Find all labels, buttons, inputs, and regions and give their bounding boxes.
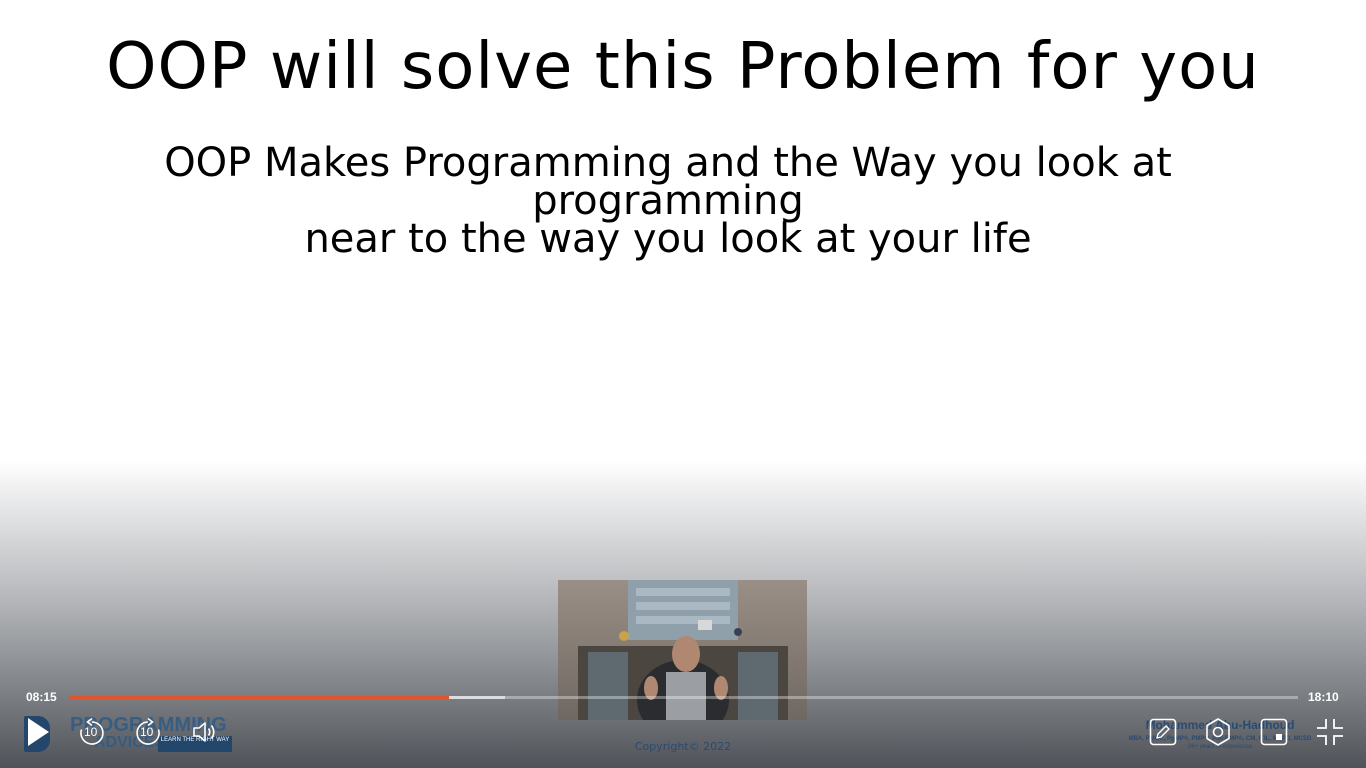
volume-button[interactable] [190, 716, 220, 748]
slide-subtitle-line-1: OOP Makes Programming and the Way you lo… [164, 140, 1172, 224]
exit-fullscreen-icon [1315, 717, 1345, 747]
exit-fullscreen-button[interactable] [1314, 716, 1346, 748]
duration-time: 18:10 [1308, 690, 1339, 704]
play-icon [24, 715, 52, 749]
play-button[interactable] [22, 714, 54, 750]
picture-in-picture-button[interactable] [1259, 717, 1289, 747]
picture-in-picture-icon [1260, 718, 1288, 746]
slide-subtitle-line-2: near to the way you look at your life [304, 216, 1032, 262]
settings-button[interactable] [1202, 716, 1234, 748]
progress-bar[interactable] [69, 696, 1298, 699]
presenter-webcam [558, 580, 807, 720]
volume-icon [191, 718, 219, 746]
played-bar [69, 696, 450, 699]
slide-subtitle: OOP Makes Programming and the Way you lo… [30, 140, 1306, 262]
gear-icon [1203, 717, 1233, 747]
rewind-10-button[interactable]: 10 [76, 716, 108, 748]
pencil-icon [1149, 718, 1177, 746]
video-stage[interactable]: OOP will solve this Problem for you OOP … [0, 0, 1366, 768]
rewind-seconds-label: 10 [84, 725, 98, 739]
slide-title: OOP will solve this Problem for you [106, 30, 1260, 104]
copyright-text: Copyright© 2022 [634, 740, 732, 753]
notes-button[interactable] [1148, 717, 1178, 747]
forward-10-button[interactable]: 10 [132, 716, 164, 748]
forward-seconds-label: 10 [140, 725, 154, 739]
current-time: 08:15 [26, 690, 57, 704]
